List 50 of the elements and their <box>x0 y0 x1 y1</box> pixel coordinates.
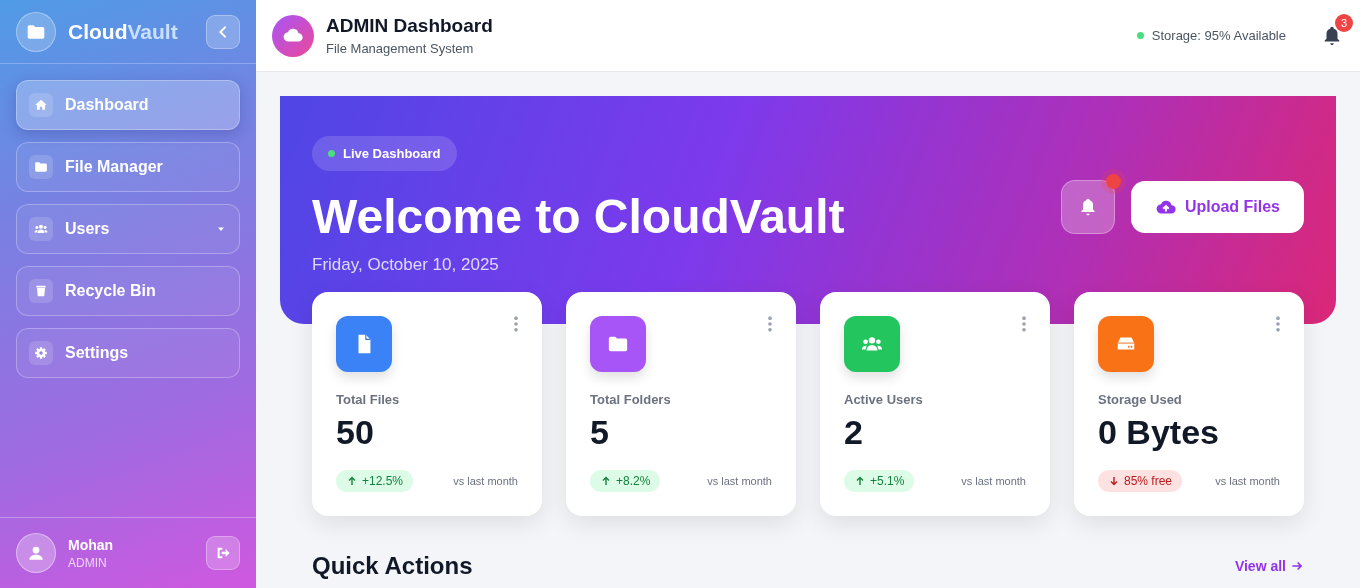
storage-status: Storage: 95% Available <box>1151 28 1286 43</box>
home-icon <box>34 98 48 112</box>
change-badge: +12.5% <box>336 470 414 492</box>
hero-bell-button[interactable] <box>1060 180 1115 234</box>
user-name: Mohan <box>68 536 115 553</box>
page-subtitle: File Management System <box>326 41 475 56</box>
users-icon <box>34 222 48 236</box>
page-title: ADMIN Dashboard <box>326 15 494 37</box>
nav-item[interactable]: Dashboard <box>16 80 240 130</box>
live-badge: Live Dashboard <box>312 136 457 171</box>
trash-icon <box>34 284 48 298</box>
hero-date: Friday, October 10, 2025 <box>312 255 499 275</box>
stat-value: 5 <box>590 413 610 452</box>
stat-label: Storage Used <box>1098 392 1183 407</box>
upload-button[interactable]: Upload Files <box>1130 181 1304 233</box>
arrow-icon <box>1290 559 1304 573</box>
comparison-note: vs last month <box>961 475 1026 487</box>
nav-item[interactable]: Recycle Bin <box>16 266 240 316</box>
down-arrow-icon <box>1108 475 1120 487</box>
logout-button[interactable] <box>206 536 240 570</box>
change-badge: +8.2% <box>590 470 661 492</box>
nav-item[interactable]: File Manager <box>16 142 240 192</box>
status-dot <box>1136 32 1144 39</box>
nav-item[interactable]: Users <box>16 204 240 254</box>
section-title: Quick Actions <box>312 552 473 580</box>
up-arrow-icon <box>346 475 358 487</box>
notification-count: 3 <box>1335 13 1353 32</box>
view-all-link[interactable]: View all <box>1234 558 1304 574</box>
change-badge: +5.1% <box>844 470 915 492</box>
stat-value: 0 Bytes <box>1098 413 1220 452</box>
comparison-note: vs last month <box>453 475 518 487</box>
comparison-note: vs last month <box>707 475 772 487</box>
change-badge: 85% free <box>1098 470 1183 492</box>
user-role: ADMIN <box>68 555 108 570</box>
comparison-note: vs last month <box>1215 475 1280 487</box>
stat-label: Active Users <box>844 392 924 407</box>
folder-icon <box>34 160 48 174</box>
stat-value: 50 <box>336 413 375 452</box>
up-arrow-icon <box>854 475 866 487</box>
stat-label: Total Files <box>336 392 401 407</box>
stat-label: Total Folders <box>590 392 672 407</box>
user-icon <box>27 544 45 562</box>
hero-title: Welcome to CloudVault <box>312 189 845 245</box>
logout-icon <box>215 545 231 561</box>
collapse-button[interactable] <box>206 14 240 49</box>
nav-item[interactable]: Settings <box>16 328 240 378</box>
stat-value: 2 <box>844 413 864 452</box>
settings-icon <box>34 346 48 360</box>
brand-name: CloudVault <box>68 19 179 44</box>
up-arrow-icon <box>600 475 612 487</box>
